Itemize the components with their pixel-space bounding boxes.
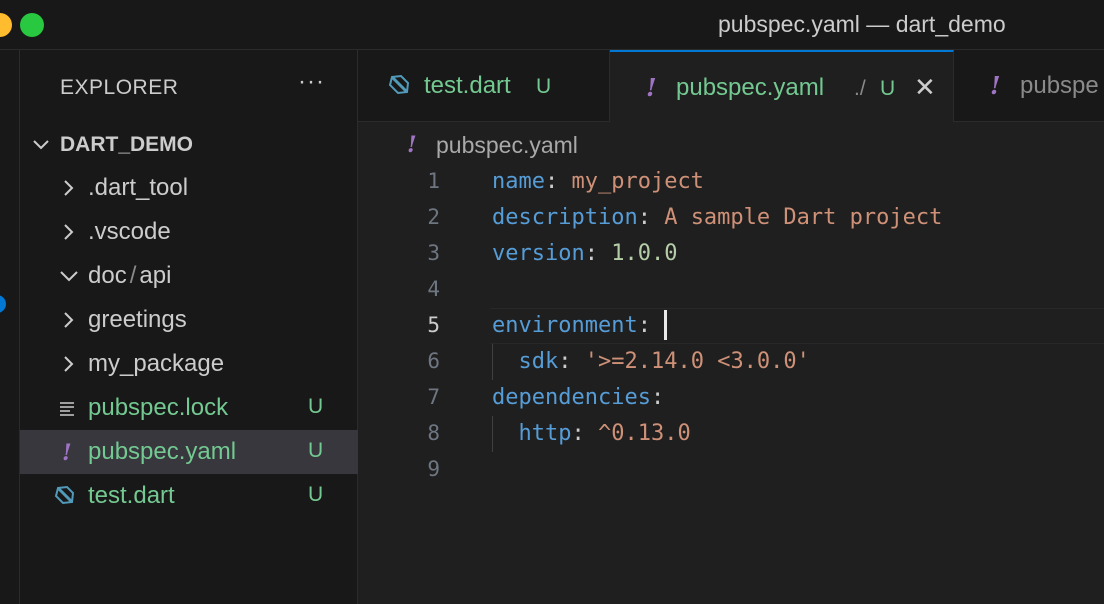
tree-item-label: .vscode: [88, 218, 171, 245]
chevron-right-icon: [58, 178, 78, 203]
untracked-badge: U: [308, 483, 324, 506]
close-tab-icon[interactable]: ✕: [914, 72, 936, 103]
breadcrumb-file: pubspec.yaml: [436, 132, 578, 158]
line-number: 6: [427, 349, 440, 373]
text-cursor: [664, 310, 667, 340]
code-line: 9: [358, 452, 1104, 488]
code-line: 8 http: ^0.13.0: [358, 416, 1104, 452]
tab-label: pubspec.yaml: [676, 74, 825, 101]
line-content: name: my_project: [492, 169, 704, 194]
tree-folder-vscode[interactable]: .vscode: [20, 210, 358, 254]
tab-description: ./: [854, 77, 866, 100]
tree-item-label: pubspec.lock: [88, 394, 229, 421]
line-content: description: A sample Dart project: [492, 205, 943, 230]
code-line: 1 name: my_project: [358, 164, 1104, 200]
code-line: 6 sdk: '>=2.14.0 <3.0.0': [358, 344, 1104, 380]
line-number: 3: [427, 241, 440, 265]
line-content: sdk: '>=2.14.0 <3.0.0': [518, 349, 810, 374]
line-number: 7: [427, 385, 440, 409]
lines-file-icon: [58, 395, 78, 421]
code-line: 4: [358, 272, 1104, 308]
code-line: 3 version: 1.0.0: [358, 236, 1104, 272]
tree-file-pubspec-lock[interactable]: pubspec.lock U: [20, 386, 358, 430]
untracked-badge: U: [308, 395, 324, 418]
chevron-right-icon: [58, 310, 78, 335]
tree-folder-greetings[interactable]: greetings: [20, 298, 358, 342]
line-content: http: ^0.13.0: [518, 421, 691, 446]
explorer-sidebar: EXPLORER ··· DART_DEMO .dart_tool .vscod…: [20, 50, 358, 604]
svg-text:!: !: [990, 72, 1001, 100]
line-number: 8: [427, 421, 440, 445]
yaml-file-icon: !: [404, 130, 424, 163]
chevron-right-icon: [58, 354, 78, 379]
tree-folder-dart-tool[interactable]: .dart_tool: [20, 166, 358, 210]
tree-item-label: my_package: [88, 350, 225, 377]
tab-label: pubspe: [1020, 72, 1099, 99]
untracked-badge: U: [308, 439, 324, 462]
yaml-file-icon: !: [986, 71, 1006, 105]
tree-folder-doc-api[interactable]: doc / api: [20, 254, 358, 298]
line-content: environment:: [492, 313, 651, 338]
tree-item-label: test.dart: [88, 482, 175, 509]
tree-item-label: doc / api: [88, 262, 172, 289]
line-number: 4: [427, 277, 440, 301]
line-number: 5: [427, 313, 440, 337]
workspace-section-header[interactable]: DART_DEMO: [20, 130, 358, 160]
code-line-current: 5 environment:: [358, 308, 1104, 344]
dart-file-icon: [52, 483, 75, 509]
untracked-badge: U: [536, 75, 552, 98]
minimize-window-button[interactable]: [0, 13, 12, 37]
chevron-down-icon: [58, 266, 80, 291]
tree-item-label: pubspec.yaml: [88, 438, 237, 465]
tree-file-pubspec-yaml[interactable]: ! pubspec.yaml U: [20, 430, 358, 474]
yaml-file-icon: !: [642, 73, 662, 107]
more-actions-button[interactable]: ···: [298, 68, 325, 96]
line-content: dependencies:: [492, 385, 665, 410]
code-line: 2 description: A sample Dart project: [358, 200, 1104, 236]
svg-text:!: !: [62, 440, 72, 465]
line-content: version: 1.0.0: [492, 241, 678, 266]
svg-text:!: !: [407, 132, 417, 158]
explorer-header: EXPLORER: [60, 76, 179, 99]
svg-text:!: !: [646, 74, 657, 102]
chevron-down-icon: [30, 133, 52, 160]
tree-item-label: greetings: [88, 306, 187, 333]
tree-item-label: .dart_tool: [88, 174, 189, 201]
line-number: 1: [427, 169, 440, 193]
tab-label: test.dart: [424, 72, 511, 99]
activity-bar: [0, 50, 20, 604]
untracked-badge: U: [880, 77, 896, 100]
code-line: 7 dependencies:: [358, 380, 1104, 416]
line-number: 9: [427, 457, 440, 481]
dart-file-icon: [386, 72, 412, 105]
editor-tab-bar: test.dart U ! pubspec.yaml ./ U ✕ ! pubs…: [358, 50, 1104, 122]
tab-pubspec-yaml[interactable]: ! pubspec.yaml ./ U ✕: [610, 50, 954, 122]
code-editor[interactable]: 1 name: my_project 2 description: A samp…: [358, 164, 1104, 604]
tree-file-test-dart[interactable]: test.dart U: [20, 474, 358, 518]
title-bar: pubspec.yaml — dart_demo: [0, 0, 1104, 50]
tree-folder-my-package[interactable]: my_package: [20, 342, 358, 386]
line-number: 2: [427, 205, 440, 229]
maximize-window-button[interactable]: [20, 13, 44, 37]
window-title: pubspec.yaml — dart_demo: [718, 11, 1006, 37]
workspace-name: DART_DEMO: [60, 133, 194, 156]
tab-test-dart[interactable]: test.dart U: [358, 50, 610, 121]
yaml-file-icon: !: [58, 439, 78, 466]
tab-pubspec-yaml-2[interactable]: ! pubspe: [954, 50, 1104, 121]
chevron-right-icon: [58, 222, 78, 247]
accounts-badge-icon[interactable]: [0, 295, 6, 313]
